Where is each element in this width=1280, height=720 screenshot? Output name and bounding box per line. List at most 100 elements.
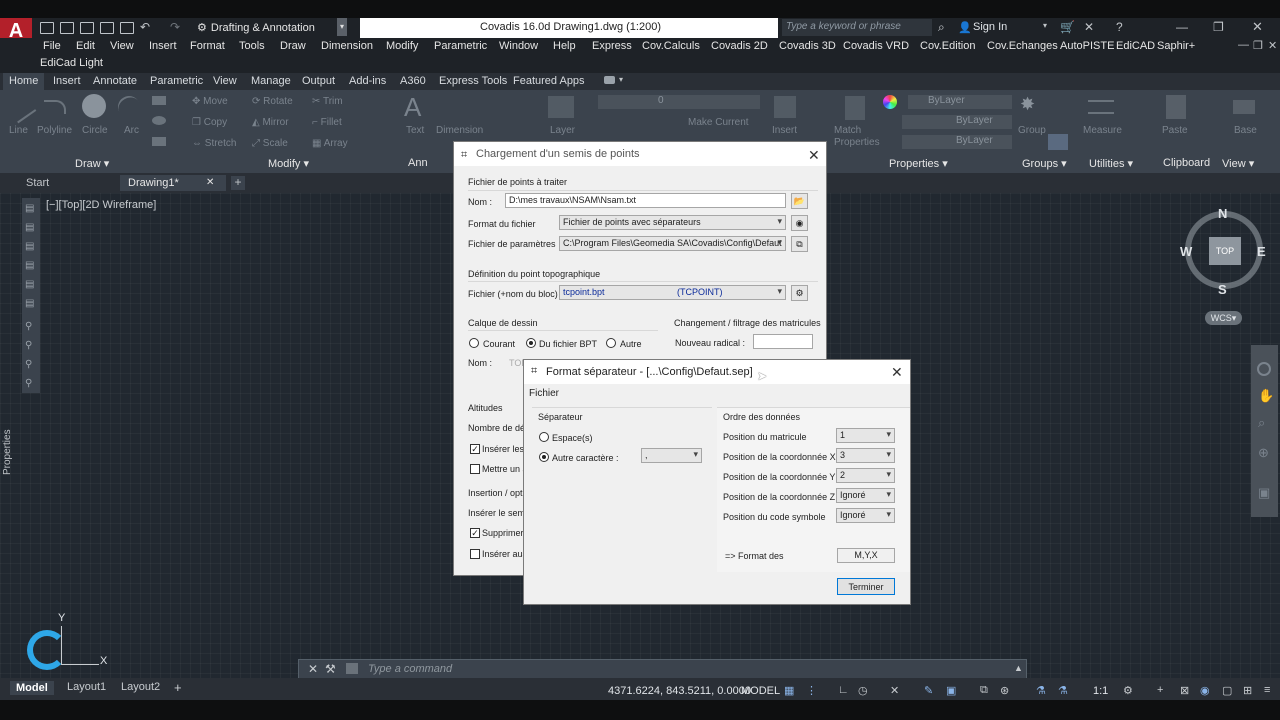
- add-layout-icon[interactable]: +: [174, 680, 182, 695]
- polar-icon[interactable]: ◷: [858, 684, 870, 697]
- menu-cov-echanges[interactable]: Cov.Echanges: [987, 40, 1058, 52]
- radio-espaces[interactable]: [539, 432, 549, 442]
- ribbon-toggle-dropdown-icon[interactable]: ▾: [619, 75, 623, 84]
- toolbar-tool-5-icon[interactable]: ▤: [25, 279, 37, 291]
- layout-tab-layout2[interactable]: Layout2: [115, 681, 166, 693]
- menu-saphir[interactable]: Saphir+: [1157, 40, 1195, 52]
- group-groups[interactable]: Groups ▾: [1022, 157, 1067, 170]
- close-tab-icon[interactable]: ✕: [206, 175, 214, 191]
- circle-tool-icon[interactable]: [82, 94, 106, 118]
- color-dropdown[interactable]: ByLayer: [908, 95, 1012, 109]
- workspace-switch-icon[interactable]: ⚙: [1123, 684, 1135, 697]
- menu-autopiste[interactable]: AutoPISTE: [1060, 40, 1114, 52]
- sign-in-dropdown-icon[interactable]: ▾: [1043, 21, 1047, 30]
- cart-icon[interactable]: 🛒: [1060, 20, 1075, 34]
- toolbar-tool-10-icon[interactable]: ⚲: [25, 378, 37, 390]
- checkbox-mettre-a[interactable]: [470, 464, 480, 474]
- linetype-dropdown[interactable]: ByLayer: [902, 115, 1012, 129]
- minimize-icon[interactable]: —: [1176, 20, 1188, 34]
- redo-icon[interactable]: ↷: [170, 20, 180, 34]
- quick-properties-icon[interactable]: ◉: [1200, 684, 1212, 697]
- menu-dimension[interactable]: Dimension: [321, 40, 373, 52]
- menu-express[interactable]: Express: [592, 40, 632, 52]
- trim-tool[interactable]: ✂ Trim: [312, 96, 343, 107]
- menu-help[interactable]: Help: [553, 40, 576, 52]
- open-file-icon[interactable]: [60, 22, 74, 34]
- ribbon-toggle-icon[interactable]: [604, 76, 615, 84]
- text-tool-icon[interactable]: A: [404, 92, 421, 123]
- separator-char-select[interactable]: ,: [641, 448, 702, 463]
- hatch-tool-icon[interactable]: [152, 116, 166, 125]
- group-annotation[interactable]: Ann: [408, 157, 428, 169]
- doc-minimize-icon[interactable]: —: [1238, 39, 1249, 51]
- toolbar-tool-1-icon[interactable]: ▤: [25, 203, 37, 215]
- lineweight-icon[interactable]: ✎: [924, 684, 936, 697]
- menu-window[interactable]: Window: [499, 40, 538, 52]
- file-tab-drawing1[interactable]: Drawing1* ✕: [120, 175, 226, 191]
- annotation-visibility-icon[interactable]: ⧉: [980, 684, 992, 696]
- checkbox-inserer-altitudes[interactable]: ✓: [470, 444, 480, 454]
- position-x-select[interactable]: 3: [836, 448, 895, 463]
- group-view[interactable]: View ▾: [1222, 157, 1254, 170]
- insert-block-icon[interactable]: [774, 96, 796, 118]
- annotation-scale-icon[interactable]: ⚗: [1036, 684, 1048, 697]
- radio-autre-caractere[interactable]: [539, 452, 549, 462]
- compass-east[interactable]: E: [1257, 244, 1266, 259]
- rotate-tool[interactable]: ⟳ Rotate: [252, 96, 293, 107]
- snap-icon[interactable]: ⋮: [806, 684, 818, 697]
- viewport-controls[interactable]: [−][Top][2D Wireframe]: [46, 199, 156, 211]
- menu-draw[interactable]: Draw: [280, 40, 306, 52]
- menu-insert[interactable]: Insert: [149, 40, 177, 52]
- new-file-icon[interactable]: [40, 22, 54, 34]
- menu-cov-edition[interactable]: Cov.Edition: [920, 40, 975, 52]
- annotation-scale-dropdown[interactable]: 1:1: [1093, 685, 1108, 697]
- terminer-button[interactable]: Terminer: [837, 578, 895, 595]
- nouveau-radical-input[interactable]: [753, 334, 813, 349]
- menu-cov-calculs[interactable]: Cov.Calculs: [642, 40, 700, 52]
- checkbox-inserer-aussi[interactable]: [470, 549, 480, 559]
- edit-bloc-icon[interactable]: ⚙: [791, 285, 808, 301]
- exchange-icon[interactable]: ✕: [1084, 20, 1094, 34]
- grid-icon[interactable]: ▦: [784, 684, 796, 697]
- doc-close-icon[interactable]: ✕: [1268, 39, 1277, 52]
- workspace-selector[interactable]: ⚙ Drafting & Annotation: [197, 19, 347, 36]
- new-tab-icon[interactable]: +: [231, 176, 245, 190]
- stretch-tool[interactable]: ⇔ Stretch: [192, 138, 236, 149]
- compass-south[interactable]: S: [1218, 282, 1227, 297]
- tab-view[interactable]: View: [213, 75, 237, 87]
- param-file-select[interactable]: C:\Program Files\Geomedia SA\Covadis\Con…: [559, 236, 786, 251]
- polyline-tool-icon[interactable]: [44, 100, 66, 114]
- properties-palette-label[interactable]: Properties: [2, 415, 18, 475]
- paste-icon[interactable]: [1166, 95, 1186, 119]
- radio-autre[interactable]: [606, 338, 616, 348]
- menu-modify[interactable]: Modify: [386, 40, 418, 52]
- group-clipboard[interactable]: Clipboard: [1163, 157, 1210, 169]
- position-y-select[interactable]: 2: [836, 468, 895, 483]
- tab-insert[interactable]: Insert: [53, 75, 81, 87]
- pan-icon[interactable]: ✋: [1258, 388, 1274, 404]
- move-tool[interactable]: ✥ Move: [192, 96, 228, 107]
- model-space-button[interactable]: MODEL: [741, 685, 780, 697]
- menu-fichier[interactable]: Fichier: [529, 388, 559, 399]
- layer-properties-icon[interactable]: [548, 96, 574, 118]
- print-icon[interactable]: [120, 22, 134, 34]
- tab-output[interactable]: Output: [302, 75, 335, 87]
- toolbar-tool-8-icon[interactable]: ⚲: [25, 340, 37, 352]
- measure-icon[interactable]: [1088, 100, 1114, 114]
- layer-dropdown[interactable]: 0: [598, 95, 760, 109]
- osnap-icon[interactable]: ✕: [890, 684, 902, 697]
- nom-file-input[interactable]: D:\mes travaux\NSAM\Nsam.txt: [505, 193, 786, 208]
- group-modify[interactable]: Modify ▾: [268, 157, 309, 170]
- close-window-icon[interactable]: ✕: [1252, 19, 1263, 35]
- bloc-select[interactable]: tcpoint.bpt (TCPOINT): [559, 285, 786, 300]
- mirror-tool[interactable]: ◭ Mirror: [252, 117, 289, 128]
- viewcube-top[interactable]: TOP: [1209, 237, 1241, 265]
- group-icon[interactable]: ✸: [1020, 94, 1044, 118]
- annotation-monitor-icon[interactable]: +: [1157, 684, 1169, 696]
- dialog2-close-button[interactable]: ✕: [891, 364, 903, 381]
- menu-file[interactable]: File: [43, 40, 61, 52]
- match-properties-icon[interactable]: [845, 96, 865, 120]
- copy-tool[interactable]: ❐ Copy: [192, 117, 227, 128]
- tab-parametric[interactable]: Parametric: [150, 75, 203, 87]
- toolbar-tool-6-icon[interactable]: ▤: [25, 298, 37, 310]
